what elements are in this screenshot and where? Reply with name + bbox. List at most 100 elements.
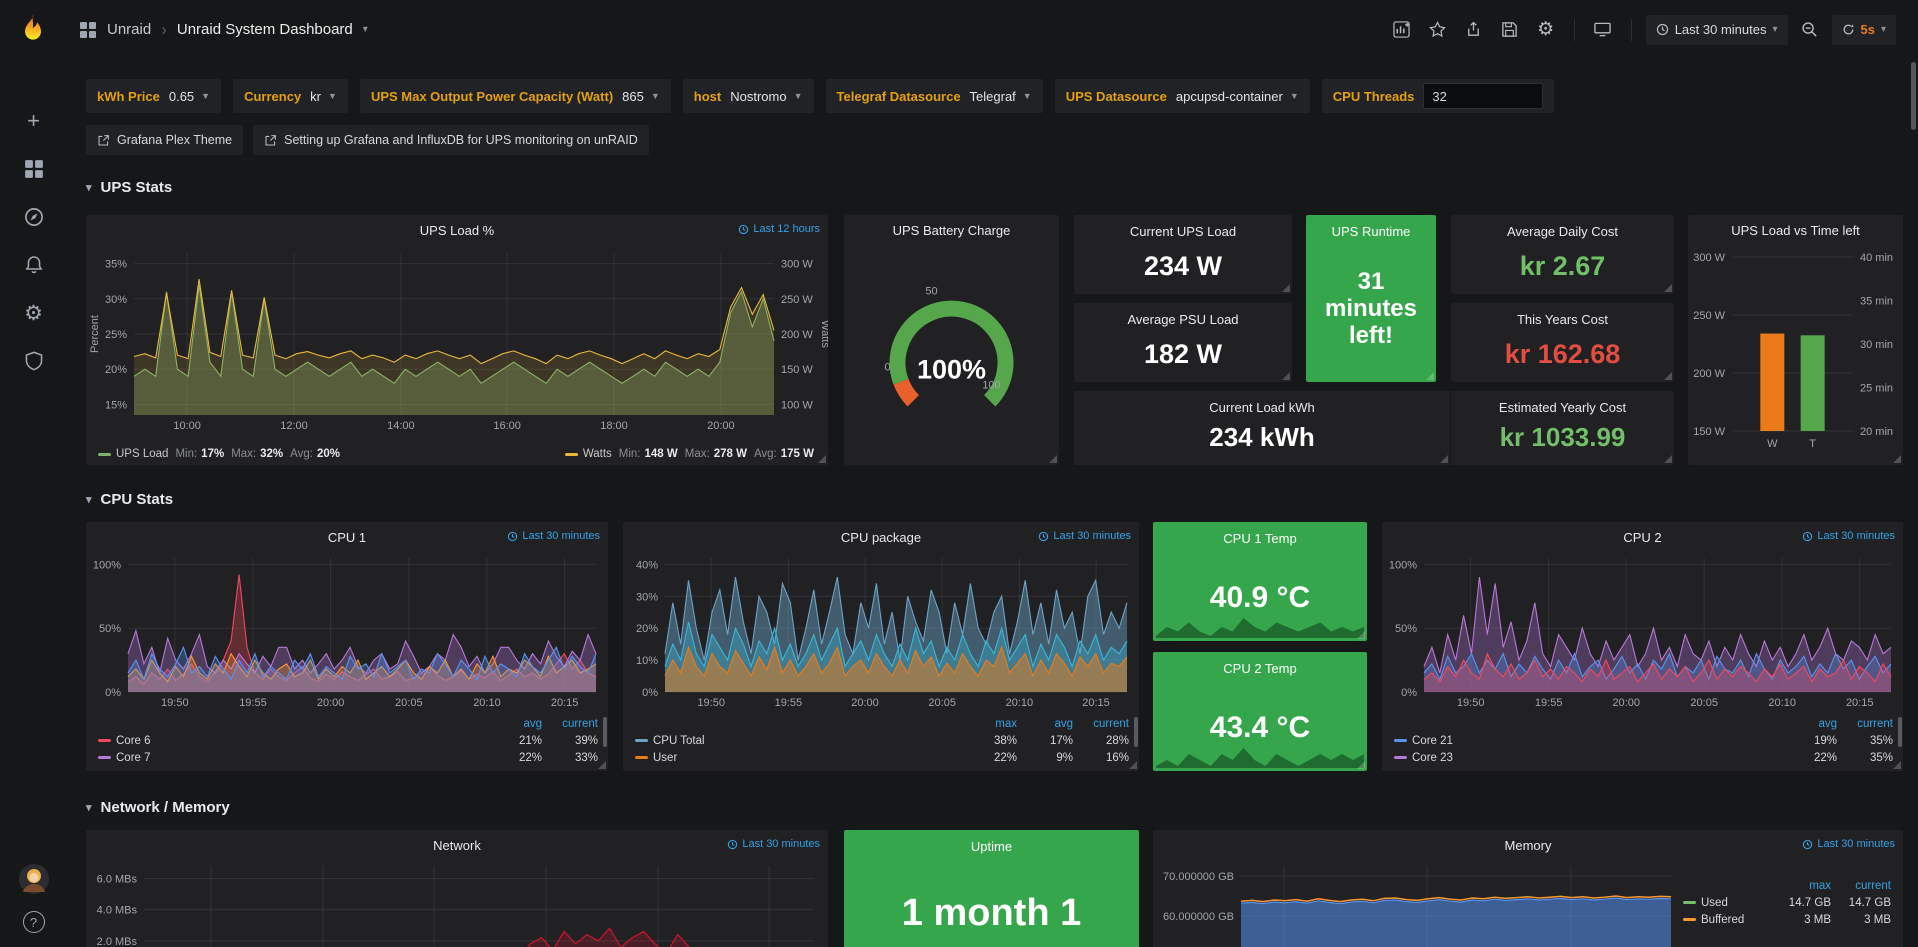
battery-gauge[interactable]: 050100100% — [844, 245, 1059, 455]
memory-chart[interactable]: 19:5020:0020:1050.000000 GB60.000000 GB7… — [1153, 860, 1681, 947]
star-button[interactable] — [1424, 16, 1452, 44]
panel-title[interactable]: Average Daily Cost — [1451, 224, 1674, 239]
legend-item[interactable]: Core 2322%35% — [1394, 749, 1893, 766]
panel-title[interactable]: Memory — [1505, 838, 1552, 853]
panel-time-range[interactable]: Last 12 hours — [738, 223, 820, 235]
panel-title[interactable]: This Years Cost — [1451, 312, 1674, 327]
panel-ups-battery-charge: UPS Battery Charge 050100100% — [844, 215, 1059, 465]
panel-title[interactable]: CPU 1 Temp — [1153, 531, 1367, 546]
panel-title[interactable]: CPU 2 Temp — [1153, 661, 1367, 676]
variable-host[interactable]: host Nostromo▼ — [683, 79, 814, 113]
panel-title[interactable]: Current Load kWh — [1074, 400, 1450, 415]
panel-title[interactable]: Average PSU Load — [1074, 312, 1292, 327]
legend-item[interactable]: CPU Total38%17%28% — [635, 732, 1129, 749]
variable-currency[interactable]: Currency kr▼ — [233, 79, 348, 113]
svg-text:40 min: 40 min — [1860, 252, 1893, 264]
configuration-gear-icon[interactable]: ⚙ — [21, 300, 47, 326]
legend-item[interactable]: Buffered3 MB3 MB — [1683, 911, 1891, 928]
cpu-package-chart[interactable]: 19:5019:5520:0020:0520:1020:150%10%20%30… — [623, 552, 1139, 712]
panel-time-range[interactable]: Last 30 minutes — [1802, 838, 1895, 850]
create-plus-icon[interactable]: + — [21, 108, 47, 134]
variable-value[interactable]: Telegraf▼ — [970, 89, 1032, 104]
ups-load-chart[interactable]: 10:0012:0014:0016:0018:0020:0015%20%25%3… — [86, 245, 828, 437]
page-scrollbar[interactable] — [1911, 62, 1916, 130]
panel-title[interactable]: UPS Runtime — [1306, 224, 1436, 239]
panel-title[interactable]: Uptime — [844, 839, 1139, 854]
panel-time-range[interactable]: Last 30 minutes — [1802, 530, 1895, 542]
legend-item[interactable]: Core 722%33% — [98, 749, 598, 766]
panel-time-range[interactable]: Last 30 minutes — [727, 838, 820, 850]
legend-item[interactable]: UPS LoadMin:17%Max:32%Avg:20% — [98, 448, 340, 460]
zoom-out-icon[interactable] — [1796, 16, 1824, 44]
link-grafana-plex-theme[interactable]: Grafana Plex Theme — [86, 125, 243, 155]
variable-ups-max-output[interactable]: UPS Max Output Power Capacity (Watt) 865… — [360, 79, 671, 113]
save-button[interactable] — [1496, 16, 1524, 44]
variable-kwh-price[interactable]: kWh Price 0.65▼ — [86, 79, 221, 113]
svg-text:250 W: 250 W — [781, 294, 813, 306]
panel-title[interactable]: CPU 1 — [328, 530, 366, 545]
breadcrumb-org[interactable]: Unraid — [107, 21, 151, 38]
legend-item[interactable]: WattsMin:148 WMax:278 WAvg:175 W — [565, 448, 814, 460]
explore-compass-icon[interactable] — [21, 204, 47, 230]
svg-text:30 min: 30 min — [1860, 339, 1893, 351]
panel-title[interactable]: UPS Load vs Time left — [1731, 223, 1860, 238]
legend-item[interactable]: Core 2119%35% — [1394, 732, 1893, 749]
grafana-logo[interactable] — [14, 10, 52, 48]
section-network-memory[interactable]: ▾ Network / Memory — [86, 799, 230, 816]
legend-scrollbar[interactable] — [603, 717, 607, 747]
variable-cpu-threads[interactable]: CPU Threads — [1322, 79, 1555, 113]
divider — [1574, 19, 1575, 41]
panel-title[interactable]: Estimated Yearly Cost — [1451, 400, 1674, 415]
dashboards-icon[interactable] — [21, 156, 47, 182]
panel-title[interactable]: UPS Load % — [420, 223, 494, 238]
variable-ups-datasource[interactable]: UPS Datasource apcupsd-container▼ — [1055, 79, 1310, 113]
panel-title[interactable]: UPS Battery Charge — [893, 223, 1011, 238]
time-range-picker[interactable]: Last 30 minutes ▾ — [1646, 15, 1788, 45]
panel-title[interactable]: CPU 2 — [1623, 530, 1661, 545]
chevron-down-icon[interactable]: ▾ — [363, 24, 368, 35]
user-avatar[interactable] — [18, 863, 50, 895]
variable-value[interactable]: 0.65▼ — [169, 89, 210, 104]
panel-time-range[interactable]: Last 30 minutes — [507, 530, 600, 542]
variable-value[interactable]: 865▼ — [622, 89, 660, 104]
cpu2-chart[interactable]: 19:5019:5520:0020:0520:1020:150%50%100% — [1382, 552, 1903, 712]
variable-value[interactable]: kr▼ — [310, 89, 337, 104]
panel-time-range[interactable]: Last 30 minutes — [1038, 530, 1131, 542]
panel-title[interactable]: CPU package — [841, 530, 921, 545]
alerting-bell-icon[interactable] — [21, 252, 47, 278]
variable-telegraf-datasource[interactable]: Telegraf Datasource Telegraf▼ — [826, 79, 1043, 113]
dashboard-picker-grid-icon[interactable] — [79, 21, 97, 39]
external-link-icon — [97, 134, 110, 147]
add-panel-button[interactable] — [1388, 16, 1416, 44]
svg-text:30%: 30% — [636, 591, 658, 603]
variable-label: Currency — [244, 89, 301, 104]
variable-value[interactable]: apcupsd-container▼ — [1176, 89, 1299, 104]
cpu1-chart[interactable]: 19:5019:5520:0020:0520:1020:150%50%100% — [86, 552, 608, 712]
panel-memory: Memory Last 30 minutes 19:5020:0020:1050… — [1153, 830, 1903, 947]
cycle-view-monitor-icon[interactable] — [1589, 16, 1617, 44]
section-cpu-stats[interactable]: ▾ CPU Stats — [86, 491, 173, 508]
svg-text:25 min: 25 min — [1860, 383, 1893, 395]
legend-item[interactable]: Core 621%39% — [98, 732, 598, 749]
refresh-picker[interactable]: 5s ▾ — [1832, 15, 1897, 45]
cpu-threads-input[interactable] — [1423, 83, 1543, 109]
panel-title[interactable]: Network — [433, 838, 481, 853]
dashboard-title[interactable]: Unraid System Dashboard — [177, 21, 353, 38]
share-button[interactable] — [1460, 16, 1488, 44]
variable-value[interactable]: Nostromo▼ — [730, 89, 802, 104]
chart-legend: avgcurrentCore 2119%35%Core 2322%35% — [1394, 716, 1893, 766]
legend-item[interactable]: Used14.7 GB14.7 GB — [1683, 894, 1891, 911]
legend-scrollbar[interactable] — [1898, 717, 1902, 747]
stat-value: 43.4 °C — [1153, 711, 1367, 745]
link-ups-monitoring-guide[interactable]: Setting up Grafana and InfluxDB for UPS … — [253, 125, 649, 155]
legend-scrollbar[interactable] — [1134, 717, 1138, 747]
settings-gear-icon[interactable]: ⚙ — [1532, 16, 1560, 44]
network-chart[interactable]: 19:5019:5520:0020:0520:1020:152.0 MBs4.0… — [86, 860, 828, 947]
server-admin-shield-icon[interactable] — [21, 348, 47, 374]
stat-value: 182 W — [1074, 339, 1292, 370]
panel-title[interactable]: Current UPS Load — [1074, 224, 1292, 239]
legend-item[interactable]: User22%9%16% — [635, 749, 1129, 766]
section-ups-stats[interactable]: ▾ UPS Stats — [86, 179, 172, 196]
help-icon[interactable]: ? — [23, 911, 45, 933]
ups-load-vs-time-chart[interactable]: 150 W200 W250 W300 W20 min25 min30 min35… — [1688, 245, 1903, 457]
